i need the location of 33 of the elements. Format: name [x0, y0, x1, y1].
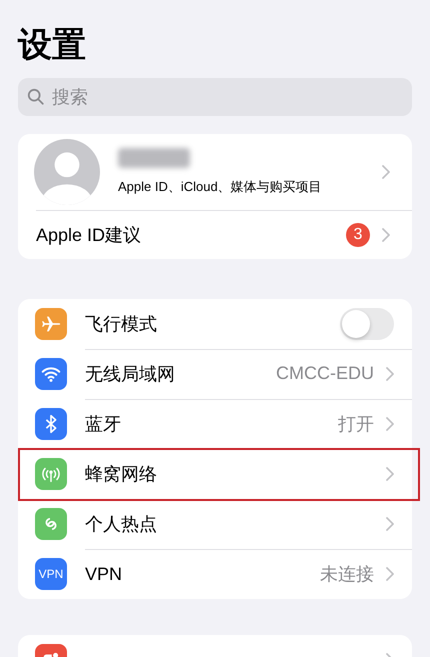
row-label: 飞行模式: [85, 312, 157, 336]
row-value: CMCC-EDU: [276, 363, 374, 384]
chevron-icon: [382, 228, 390, 242]
search-icon: [27, 88, 45, 106]
row-label: Apple ID建议: [36, 224, 142, 247]
count-badge: 3: [346, 223, 370, 247]
settings-row[interactable]: 无线局域网 CMCC-EDU: [18, 349, 412, 399]
chevron-icon: [382, 165, 390, 179]
row-label: 无线局域网: [85, 362, 175, 386]
row-label: 蜂窝网络: [85, 462, 157, 486]
profile-row[interactable]: Apple ID、iCloud、媒体与购买项目: [18, 134, 412, 210]
chevron-icon: [386, 516, 394, 530]
vpn-icon: VPN: [35, 558, 67, 590]
chevron-icon: [386, 466, 394, 480]
blurred-name: [118, 148, 190, 168]
row-label: 个人热点: [85, 512, 157, 536]
page-title: 设置: [18, 25, 87, 66]
chevron-icon: [386, 366, 394, 380]
settings-row[interactable]: 个人热点: [18, 499, 412, 549]
suggestions-row[interactable]: Apple ID建议 3: [36, 210, 412, 259]
chevron-icon: [386, 567, 394, 581]
row-value: 打开: [338, 412, 374, 436]
row-label: VPN: [85, 564, 122, 584]
row-label: 蓝牙: [85, 412, 121, 436]
account-subtitle: Apple ID、iCloud、媒体与购买项目: [118, 178, 323, 196]
settings-row[interactable]: 蜂窝网络: [18, 449, 412, 499]
chevron-icon: [386, 416, 394, 430]
settings-row[interactable]: 飞行模式: [18, 299, 412, 349]
row-value: 未连接: [320, 563, 374, 586]
settings-row[interactable]: 蓝牙 打开: [18, 399, 412, 449]
settings-row[interactable]: VPN VPN 未连接: [18, 549, 412, 599]
toggle-switch[interactable]: [340, 308, 394, 340]
search-field[interactable]: 搜索: [18, 78, 412, 116]
